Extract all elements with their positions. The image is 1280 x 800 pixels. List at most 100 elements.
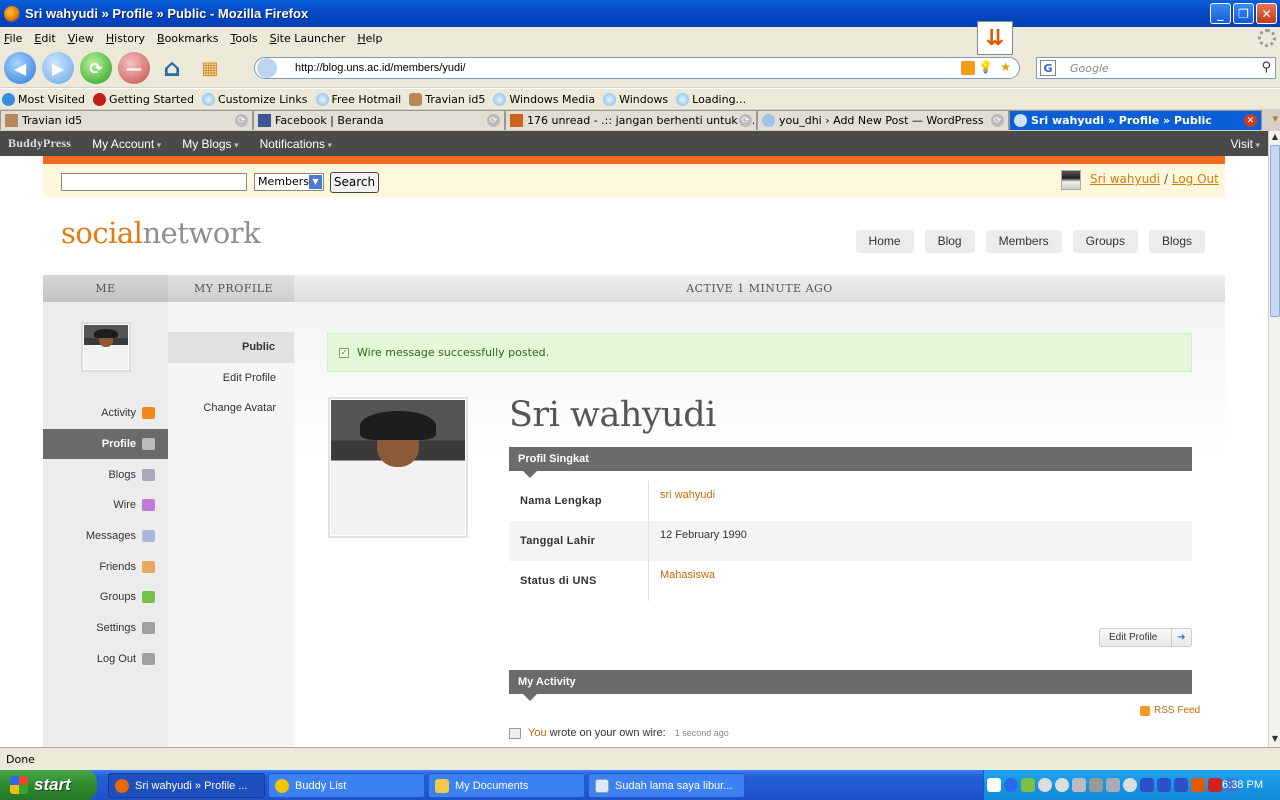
rss-feed-link[interactable]: RSS Feed [1140, 705, 1200, 716]
task-my-documents[interactable]: My Documents [428, 773, 585, 798]
task-document[interactable]: Sudah lama saya libur... [588, 773, 745, 798]
addon-icon[interactable]: ★ [1000, 60, 1011, 74]
close-button[interactable]: ✕ [1256, 3, 1277, 24]
maximize-button[interactable]: ❐ [1233, 3, 1254, 24]
nav-blog[interactable]: Blog [924, 230, 975, 253]
site-identity-icon[interactable] [257, 58, 277, 78]
bookmark-travian[interactable]: Travian id5 [409, 92, 485, 106]
member-avatar-small[interactable] [81, 322, 131, 372]
me-nav-groups[interactable]: Groups [43, 582, 168, 613]
download-icon[interactable] [1191, 778, 1205, 792]
download-arrow-icon[interactable]: ⇊ [977, 21, 1013, 55]
rss-icon[interactable] [961, 61, 975, 75]
me-nav-profile[interactable]: Profile [43, 428, 178, 460]
tab-travian[interactable]: Travian id5 ⟳ [0, 110, 253, 130]
battery-icon[interactable] [1140, 778, 1154, 792]
forward-button[interactable]: ▶ [42, 52, 74, 84]
menu-file[interactable]: File [4, 32, 22, 45]
bookmark-customize-links[interactable]: Customize Links [202, 92, 308, 106]
google-icon[interactable]: G [1040, 60, 1056, 76]
antivirus-icon[interactable] [1208, 778, 1222, 792]
scrollbar-thumb[interactable] [1270, 145, 1280, 317]
bookmark-most-visited[interactable]: Most Visited [2, 92, 85, 106]
me-nav-wire[interactable]: Wire [43, 490, 168, 521]
tab-close-icon[interactable]: ⟳ [487, 114, 500, 127]
user-avatar[interactable] [1061, 170, 1081, 190]
menu-help[interactable]: Help [357, 32, 382, 45]
minimize-button[interactable]: _ [1210, 3, 1231, 24]
adminbar-my-account[interactable]: My Account [92, 137, 161, 151]
back-button[interactable]: ◀ [4, 52, 36, 84]
edit-profile-button[interactable]: Edit Profile ➜ [1099, 628, 1192, 647]
me-nav-settings[interactable]: Settings [43, 613, 168, 644]
me-nav-activity[interactable]: Activity [43, 398, 168, 429]
nav-home[interactable]: Home [855, 230, 914, 253]
menu-site-launcher[interactable]: Site Launcher [270, 32, 346, 45]
bulb-icon[interactable]: 💡 [978, 60, 993, 74]
subnav-public[interactable]: Public [168, 332, 303, 363]
scroll-up-icon[interactable]: ▲ [1270, 132, 1280, 144]
field-value[interactable]: sri wahyudi [649, 481, 715, 521]
scroll-down-icon[interactable]: ▼ [1270, 734, 1280, 746]
minus-icon[interactable] [1123, 778, 1137, 792]
tab-mail[interactable]: 176 unread - .:: jangan berhenti untuk b… [505, 110, 757, 130]
bookmark-windows-media[interactable]: Windows Media [493, 92, 595, 106]
address-bar[interactable]: http://blog.uns.ac.id/members/yudi/ 💡 ★ [254, 57, 1020, 79]
me-nav-friends[interactable]: Friends [43, 551, 168, 582]
back-icon[interactable] [1004, 778, 1018, 792]
minus-icon[interactable] [1055, 778, 1069, 792]
tab-close-icon[interactable]: ⟳ [991, 114, 1004, 127]
nav-blogs[interactable]: Blogs [1148, 230, 1205, 253]
nav-members[interactable]: Members [985, 230, 1062, 253]
home-button[interactable]: ⌂ [156, 52, 188, 84]
tab-profile[interactable]: Sri wahyudi » Profile » Public ✕ [1009, 110, 1262, 130]
bluetooth-icon[interactable] [1174, 778, 1188, 792]
bookmark-free-hotmail[interactable]: Free Hotmail [315, 92, 401, 106]
tab-wordpress[interactable]: you_dhi › Add New Post — WordPress ⟳ [757, 110, 1009, 130]
site-logo[interactable]: socialnetwork [61, 216, 261, 250]
task-buddy-list[interactable]: Buddy List [268, 773, 425, 798]
stop-button[interactable]: — [118, 52, 150, 84]
monitor-icon[interactable] [1106, 778, 1120, 792]
menu-edit[interactable]: Edit [34, 32, 55, 45]
me-nav-messages[interactable]: Messages [43, 521, 168, 552]
tab-close-icon[interactable]: ⟳ [739, 114, 752, 127]
tab-close-icon[interactable]: ✕ [1244, 114, 1257, 127]
user-profile-link[interactable]: Sri wahyudi [1090, 172, 1160, 186]
buddypress-logo[interactable]: BuddyPress [8, 136, 71, 151]
site-search-input[interactable] [61, 173, 247, 191]
search-button[interactable]: Search [330, 172, 379, 193]
apps-grid-button[interactable]: ▦ [194, 52, 226, 84]
subnav-edit-profile[interactable]: Edit Profile [168, 363, 294, 394]
adminbar-visit[interactable]: Visit [1231, 137, 1260, 151]
bookmark-getting-started[interactable]: Getting Started [92, 92, 194, 106]
page-scrollbar[interactable]: ▲ ▼ [1268, 131, 1280, 747]
subnav-change-avatar[interactable]: Change Avatar [168, 393, 294, 424]
nav-groups[interactable]: Groups [1072, 230, 1138, 253]
address-url[interactable]: http://blog.uns.ac.id/members/yudi/ [295, 62, 466, 74]
minus-icon[interactable] [1038, 778, 1052, 792]
logout-link[interactable]: Log Out [1172, 172, 1219, 186]
usb-icon[interactable] [1089, 778, 1103, 792]
me-nav-logout[interactable]: Log Out [43, 644, 168, 675]
menu-tools[interactable]: Tools [230, 32, 257, 45]
bookmark-windows[interactable]: Windows [603, 92, 668, 106]
start-button[interactable]: start [0, 770, 97, 800]
menu-history[interactable]: History [106, 32, 145, 45]
menu-view[interactable]: View [68, 32, 94, 45]
activity-actor-link[interactable]: You [528, 727, 547, 739]
help-icon[interactable] [987, 778, 1001, 792]
search-placeholder[interactable]: Google [1070, 62, 1109, 75]
network-icon[interactable] [1021, 778, 1035, 792]
device-icon[interactable] [1157, 778, 1171, 792]
search-type-select[interactable]: Members ▼ [254, 173, 324, 191]
bookmark-loading[interactable]: Loading... [676, 92, 746, 106]
adminbar-notifications[interactable]: Notifications [260, 137, 332, 151]
tab-facebook[interactable]: Facebook | Beranda ⟳ [253, 110, 505, 130]
speaker-icon[interactable] [1072, 778, 1086, 792]
reload-button[interactable]: ⟳ [80, 52, 112, 84]
field-value[interactable]: Mahasiswa [649, 561, 715, 601]
me-nav-blogs[interactable]: Blogs [43, 459, 168, 490]
search-box[interactable]: G Google ⚲ [1036, 57, 1276, 79]
search-icon[interactable]: ⚲ [1261, 60, 1271, 75]
